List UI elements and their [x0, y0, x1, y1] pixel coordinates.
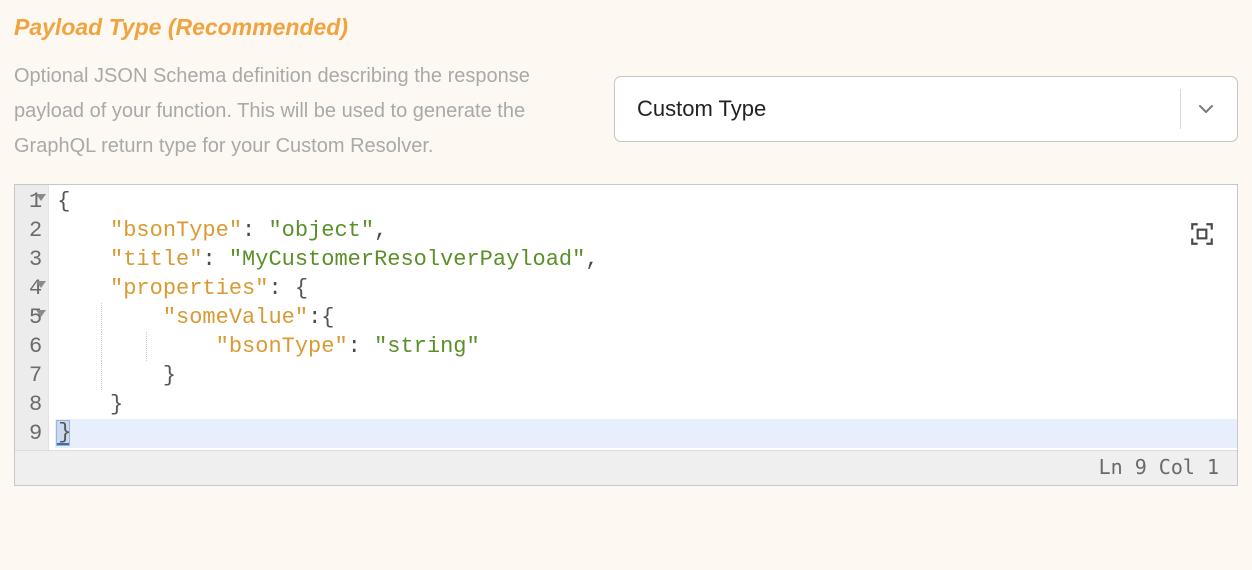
gutter-line: 8	[29, 390, 42, 419]
code-line[interactable]: "someValue":{	[55, 303, 1237, 332]
select-value: Custom Type	[637, 96, 1172, 122]
code-line[interactable]: {	[55, 187, 1237, 216]
code-line[interactable]: }	[55, 390, 1237, 419]
editor-status-bar: Ln 9 Col 1	[15, 450, 1237, 485]
gutter-line: 9	[29, 419, 42, 448]
code-line[interactable]: }	[55, 361, 1237, 390]
gutter-line: 6	[29, 332, 42, 361]
gutter-line: 3	[29, 245, 42, 274]
fold-arrow-icon[interactable]	[36, 194, 46, 201]
editor-code-area[interactable]: { "bsonType": "object", "title": "MyCust…	[49, 185, 1237, 450]
code-line[interactable]: "bsonType": "object",	[55, 216, 1237, 245]
select-divider	[1180, 89, 1181, 129]
code-line[interactable]	[55, 419, 1237, 448]
gutter-line: 7	[29, 361, 42, 390]
gutter-line: 1	[29, 187, 42, 216]
fold-arrow-icon[interactable]	[36, 281, 46, 288]
code-line[interactable]: "bsonType": "string"	[55, 332, 1237, 361]
code-editor[interactable]: 123456789 { "bsonType": "object", "title…	[14, 184, 1238, 486]
section-description: Optional JSON Schema definition describi…	[14, 59, 574, 164]
gutter-line: 5	[29, 303, 42, 332]
editor-cursor	[57, 421, 69, 445]
code-line[interactable]: "properties": {	[55, 274, 1237, 303]
code-line[interactable]: "title": "MyCustomerResolverPayload",	[55, 245, 1237, 274]
gutter-line: 2	[29, 216, 42, 245]
gutter-line: 4	[29, 274, 42, 303]
editor-gutter: 123456789	[15, 185, 49, 450]
section-title: Payload Type (Recommended)	[14, 14, 574, 41]
fold-arrow-icon[interactable]	[36, 310, 46, 317]
payload-type-select[interactable]: Custom Type	[614, 76, 1238, 142]
chevron-down-icon	[1197, 100, 1215, 118]
